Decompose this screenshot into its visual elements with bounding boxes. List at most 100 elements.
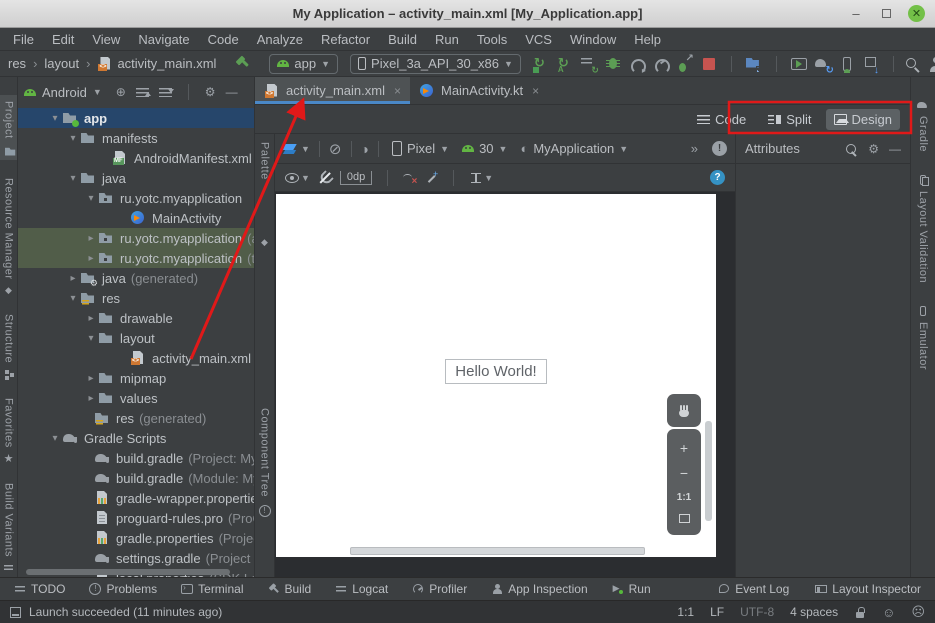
tree-item[interactable]: app xyxy=(18,108,254,128)
tree-item[interactable]: res xyxy=(18,288,254,308)
tree-item[interactable]: drawable xyxy=(18,308,254,328)
close-tab-icon[interactable]: × xyxy=(532,84,539,98)
breadcrumb-item[interactable]: layout xyxy=(26,56,79,71)
build-hammer-icon[interactable] xyxy=(234,55,252,73)
breadcrumb-item[interactable]: res xyxy=(8,56,26,71)
autoconnect-off-icon[interactable] xyxy=(319,172,331,184)
design-surface-icon[interactable] xyxy=(283,142,298,156)
tool-stripe-tab[interactable]: Project xyxy=(0,95,17,160)
pan-button[interactable] xyxy=(667,394,701,427)
zoom-to-fit-icon[interactable] xyxy=(679,514,690,523)
api-version-menu[interactable]: 30 ▼ xyxy=(462,141,507,156)
minimize-button[interactable]: – xyxy=(848,6,864,22)
theme-menu[interactable]: ◐ MyApplication ▼ xyxy=(520,141,628,156)
tool-window-button[interactable]: Logcat xyxy=(335,582,388,596)
project-view-selector[interactable]: Android xyxy=(42,85,87,100)
attach-profiler-icon[interactable] xyxy=(628,55,646,73)
gradle-sync-icon[interactable] xyxy=(814,55,832,73)
encoding[interactable]: UTF-8 xyxy=(740,605,774,619)
editor-tab[interactable]: activity_main.xml × xyxy=(255,77,410,104)
tree-chevron-icon[interactable] xyxy=(84,333,98,344)
tool-stripe-tab[interactable]: Emulator xyxy=(917,305,929,370)
attributes-gear-icon[interactable]: ⚙ xyxy=(868,142,879,156)
window-dock-icon[interactable] xyxy=(10,607,21,618)
tree-chevron-icon[interactable] xyxy=(84,313,98,324)
menu-item[interactable]: Analyze xyxy=(248,30,312,49)
line-ending[interactable]: LF xyxy=(710,605,724,619)
tool-stripe-tab[interactable]: Gradle xyxy=(917,99,929,152)
tree-chevron-icon[interactable] xyxy=(66,273,80,284)
tree-item[interactable]: build.gradle (Project: My_Application) xyxy=(18,448,254,468)
device-selector[interactable]: Pixel_3a_API_30_x86 ▼ xyxy=(350,54,521,74)
tree-chevron-icon[interactable] xyxy=(84,393,98,404)
tree-item[interactable]: layout xyxy=(18,328,254,348)
tree-chevron-icon[interactable] xyxy=(84,373,98,384)
menu-item[interactable]: View xyxy=(83,30,129,49)
hello-world-textview[interactable]: Hello World! xyxy=(445,359,546,384)
device-manager-icon[interactable] xyxy=(838,55,856,73)
tool-stripe-tab[interactable]: Resource Manager xyxy=(3,178,15,297)
tree-item[interactable]: Gradle Scripts xyxy=(18,428,254,448)
hide-panel-icon[interactable]: — xyxy=(226,85,238,99)
settings-gear-icon[interactable]: ⚙ xyxy=(205,85,216,99)
tree-chevron-icon[interactable] xyxy=(84,193,98,204)
locate-file-icon[interactable]: ⊕ xyxy=(116,85,126,99)
tree-item[interactable]: gradle-wrapper.properties (Gradle Versio… xyxy=(18,488,254,508)
tree-item[interactable]: MainActivity xyxy=(18,208,254,228)
zoom-ratio-button[interactable]: 1:1 xyxy=(677,492,691,503)
tool-window-button[interactable]: Run xyxy=(612,582,651,596)
tree-chevron-icon[interactable] xyxy=(84,253,98,264)
happy-face-icon[interactable]: ☺ xyxy=(882,605,895,620)
design-mode-button[interactable]: Code xyxy=(689,109,754,130)
tree-item[interactable]: AndroidManifest.xml xyxy=(18,148,254,168)
profile-icon[interactable] xyxy=(652,55,670,73)
tool-window-button[interactable]: Build xyxy=(268,582,312,596)
tool-window-button[interactable]: Problems xyxy=(89,582,157,596)
device-canvas[interactable]: Hello World! xyxy=(276,194,716,557)
tree-item[interactable]: mipmap xyxy=(18,368,254,388)
zoom-out-button[interactable]: − xyxy=(680,466,688,480)
tool-window-button[interactable]: Layout Inspector xyxy=(815,582,921,596)
tree-item[interactable]: build.gradle (Module: My_Application.app… xyxy=(18,468,254,488)
tree-item[interactable]: gradle.properties (Project Properties) xyxy=(18,528,254,548)
view-options-menu[interactable]: ▼ xyxy=(285,173,310,183)
palette-tab[interactable]: Palette xyxy=(259,142,271,180)
tool-window-button[interactable]: Event Log xyxy=(718,582,789,596)
debug-icon[interactable] xyxy=(604,55,622,73)
attributes-hide-icon[interactable]: — xyxy=(889,142,901,156)
menu-item[interactable]: Edit xyxy=(43,30,83,49)
apply-changes-icon[interactable] xyxy=(532,55,550,73)
run-tasks-icon[interactable] xyxy=(580,55,598,73)
tool-window-button[interactable]: TODO xyxy=(14,582,65,596)
warnings-icon[interactable]: ! xyxy=(712,141,727,156)
menu-item[interactable]: Navigate xyxy=(129,30,198,49)
orientation-icon[interactable]: ⊘ xyxy=(329,140,342,158)
run-config-selector[interactable]: app ▼ xyxy=(269,54,338,74)
sad-face-icon[interactable]: ☹ xyxy=(911,604,925,620)
zoom-in-button[interactable]: + xyxy=(680,441,688,455)
tree-item[interactable]: settings.gradle (Project Settings) xyxy=(18,548,254,568)
tree-item[interactable]: proguard-rules.pro (ProGuard Rules for M… xyxy=(18,508,254,528)
apply-code-changes-icon[interactable] xyxy=(556,55,574,73)
tool-window-button[interactable]: Terminal xyxy=(181,582,243,596)
expand-all-icon[interactable] xyxy=(136,87,149,98)
sdk-manager-icon[interactable] xyxy=(862,55,880,73)
caret-position[interactable]: 1:1 xyxy=(677,605,694,619)
tree-item[interactable]: java xyxy=(18,168,254,188)
profile-avatar-icon[interactable] xyxy=(927,55,935,73)
tree-item[interactable]: ru.yotc.myapplication xyxy=(18,188,254,208)
tree-chevron-icon[interactable] xyxy=(66,133,80,144)
menu-item[interactable]: Tools xyxy=(468,30,516,49)
tool-stripe-tab[interactable]: Layout Validation xyxy=(917,174,929,283)
avd-manager-icon[interactable] xyxy=(790,55,808,73)
close-button[interactable]: ✕ xyxy=(908,5,925,22)
menu-item[interactable]: Help xyxy=(625,30,670,49)
menu-item[interactable]: VCS xyxy=(516,30,561,49)
collapse-all-icon[interactable] xyxy=(159,87,172,98)
indent-setting[interactable]: 4 spaces xyxy=(790,605,838,619)
canvas-horizontal-scrollbar[interactable] xyxy=(350,547,645,555)
canvas-vertical-scrollbar[interactable] xyxy=(705,421,712,521)
device-file-explorer-icon[interactable] xyxy=(745,55,763,73)
infer-constraints-icon[interactable] xyxy=(425,172,438,184)
menu-item[interactable]: Build xyxy=(379,30,426,49)
